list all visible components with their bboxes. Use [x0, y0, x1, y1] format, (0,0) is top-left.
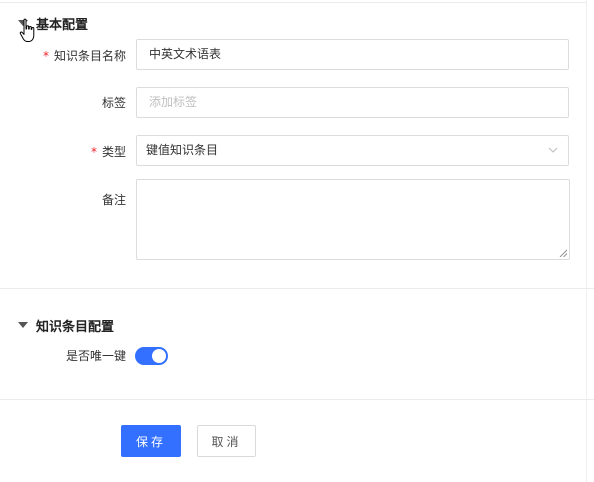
knowledge-section-title: 知识条目配置 [36, 319, 115, 335]
toggle-knob [152, 349, 166, 363]
caret-down-icon [18, 20, 28, 26]
required-asterisk: * [90, 145, 97, 159]
right-border [586, 0, 587, 482]
basic-section-header[interactable]: 基本配置 [18, 13, 88, 33]
tags-input[interactable]: 添加标签 [136, 87, 569, 118]
unique-key-toggle[interactable] [135, 347, 168, 365]
knowledge-section-header[interactable]: 知识条目配置 [18, 315, 114, 335]
caret-down-icon [18, 322, 28, 328]
chevron-down-icon [548, 147, 558, 153]
save-button[interactable]: 保存 [121, 425, 181, 457]
required-asterisk: * [42, 49, 49, 63]
remark-textarea[interactable] [136, 179, 570, 260]
name-input-value: 中英文术语表 [149, 47, 222, 61]
type-label: * 类型 [0, 144, 126, 160]
name-label: * 知识条目名称 [0, 48, 126, 64]
tags-input-placeholder: 添加标签 [149, 95, 198, 109]
footer-divider [0, 399, 594, 400]
type-select-value: 键值知识条目 [146, 143, 219, 157]
type-label-text: 类型 [101, 145, 126, 159]
remark-label: 备注 [101, 193, 126, 207]
resize-grip-icon[interactable] [559, 249, 567, 257]
name-input[interactable]: 中英文术语表 [136, 39, 569, 70]
type-select[interactable]: 键值知识条目 [136, 135, 569, 166]
unique-key-label: 是否唯一键 [65, 349, 126, 363]
name-label-text: 知识条目名称 [53, 49, 126, 63]
basic-section-title: 基本配置 [36, 17, 89, 33]
section-divider [0, 288, 594, 289]
cancel-button[interactable]: 取消 [197, 425, 256, 457]
top-divider [0, 2, 586, 3]
tags-label: 标签 [101, 96, 126, 110]
